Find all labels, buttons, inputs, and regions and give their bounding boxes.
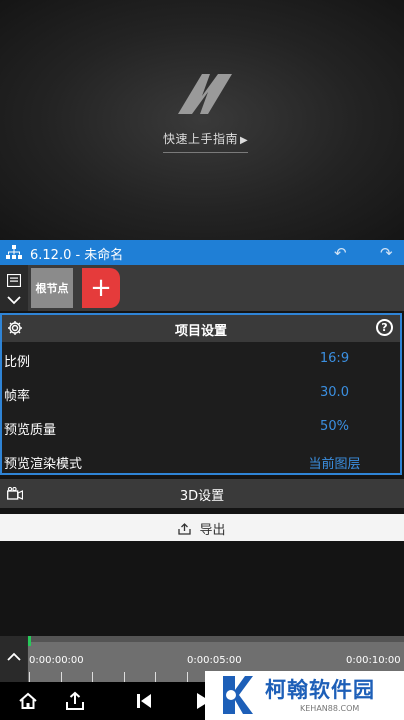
project-title: 6.12.0 - 未命名 bbox=[30, 248, 124, 263]
redo-icon[interactable]: ↷ bbox=[380, 244, 393, 262]
node-bar: 根节点 + bbox=[0, 265, 404, 311]
video-preview[interactable]: 快速上手指南 ▶ bbox=[0, 0, 404, 240]
project-settings-header: 项目设置 ? bbox=[2, 315, 400, 342]
node-tools bbox=[0, 265, 28, 311]
timeline-tick bbox=[29, 672, 30, 682]
app-logo bbox=[178, 74, 232, 114]
quick-start-guide-link[interactable]: 快速上手指南 ▶ bbox=[163, 130, 249, 153]
timecode-label: 0:00:00:00 bbox=[29, 655, 84, 666]
chevron-down-icon[interactable] bbox=[7, 295, 21, 305]
watermark-logo bbox=[223, 676, 253, 714]
watermark: 柯翰软件园 KEHAN88.COM bbox=[205, 671, 404, 720]
watermark-text: 柯翰软件园 bbox=[265, 678, 375, 702]
chevron-up-icon[interactable] bbox=[7, 652, 21, 662]
setting-label: 预览渲染模式 bbox=[4, 457, 83, 472]
timeline-tick bbox=[155, 672, 156, 682]
3d-settings-bar[interactable]: 3D设置 bbox=[0, 479, 404, 508]
timeline-header-strip bbox=[28, 636, 404, 642]
layers-icon[interactable] bbox=[7, 274, 21, 287]
project-settings-title: 项目设置 bbox=[174, 324, 227, 339]
playhead[interactable] bbox=[28, 636, 31, 646]
undo-icon[interactable]: ↶ bbox=[334, 244, 347, 262]
setting-value[interactable]: 当前图层 bbox=[282, 453, 387, 472]
add-node-button[interactable]: + bbox=[82, 268, 120, 308]
help-icon[interactable]: ? bbox=[376, 319, 393, 336]
home-icon[interactable] bbox=[18, 691, 38, 711]
timecode-label: 0:00:10:00 bbox=[346, 655, 401, 666]
setting-label: 比例 bbox=[4, 355, 31, 370]
title-bar: 6.12.0 - 未命名 ↶ ↷ bbox=[0, 240, 404, 265]
3d-settings-label: 3D设置 bbox=[179, 489, 225, 504]
share-icon[interactable] bbox=[65, 691, 85, 711]
export-content: 导出 bbox=[0, 519, 404, 538]
setting-row-framerate[interactable]: 帧率 30.0 bbox=[2, 377, 400, 411]
root-node-tab[interactable]: 根节点 bbox=[31, 268, 73, 308]
export-label: 导出 bbox=[199, 523, 226, 538]
export-button[interactable]: 导出 bbox=[0, 514, 404, 541]
setting-row-ratio[interactable]: 比例 16:9 bbox=[2, 343, 400, 377]
play-arrow-icon: ▶ bbox=[240, 135, 249, 146]
setting-row-render-mode[interactable]: 预览渲染模式 当前图层 bbox=[2, 445, 400, 479]
setting-label: 预览质量 bbox=[4, 423, 57, 438]
skip-back-icon[interactable] bbox=[134, 691, 154, 711]
watermark-subtext: KEHAN88.COM bbox=[300, 704, 360, 713]
timeline-tick bbox=[124, 672, 125, 682]
setting-value[interactable]: 30.0 bbox=[282, 385, 387, 400]
setting-label: 帧率 bbox=[4, 389, 31, 404]
setting-value[interactable]: 16:9 bbox=[282, 351, 387, 366]
timeline-tick bbox=[187, 672, 188, 682]
timeline-tick bbox=[61, 672, 62, 682]
setting-value[interactable]: 50% bbox=[282, 419, 387, 434]
timeline-toggle[interactable] bbox=[0, 636, 27, 682]
project-settings-panel: 项目设置 ? 比例 16:9 帧率 30.0 预览质量 50% 预览渲染模式 当… bbox=[0, 313, 402, 475]
guide-label: 快速上手指南 bbox=[163, 132, 239, 146]
export-icon bbox=[178, 523, 192, 535]
setting-row-preview-quality[interactable]: 预览质量 50% bbox=[2, 411, 400, 445]
timeline-tick bbox=[92, 672, 93, 682]
node-tree-icon[interactable] bbox=[6, 245, 22, 259]
timecode-label: 0:00:05:00 bbox=[187, 655, 242, 666]
